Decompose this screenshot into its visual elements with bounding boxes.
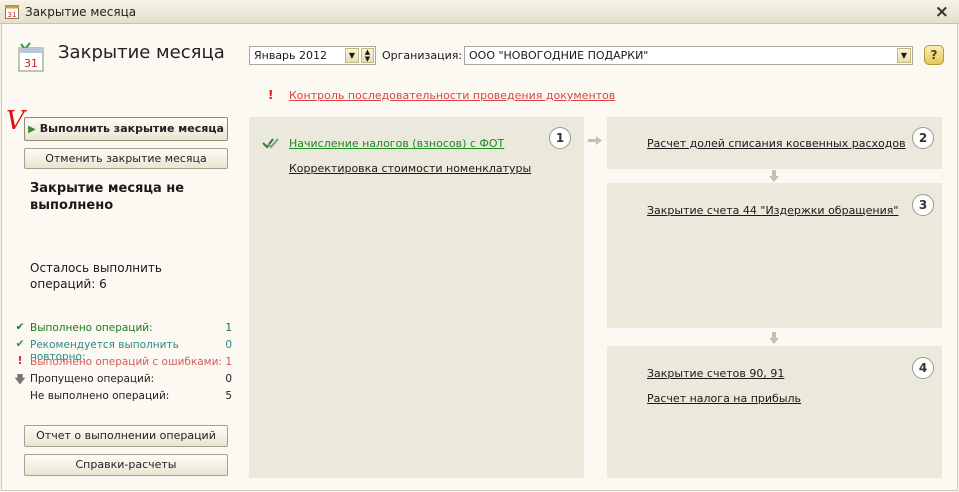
run-button-label: Выполнить закрытие месяца — [39, 122, 224, 135]
help-icon[interactable]: ? — [924, 45, 944, 65]
arrow-down-icon — [769, 332, 779, 344]
step-operation-link[interactable]: Корректировка стоимости номенклатуры — [289, 162, 531, 175]
cancel-month-close-button[interactable]: Отменить закрытие месяца — [24, 148, 228, 169]
done-check-icon — [262, 138, 279, 149]
stat-skipped: 🡇 Пропущено операций: 0 — [14, 372, 232, 388]
error-icon: ! — [17, 355, 23, 367]
svg-text:31: 31 — [8, 11, 17, 19]
status-title: Закрытие месяца не выполнено — [30, 181, 185, 213]
stat-value: 1 — [225, 322, 232, 334]
arrow-right-icon — [588, 136, 602, 145]
window-title: Закрытие месяца — [25, 5, 137, 19]
step-panel-4 — [607, 346, 942, 478]
stat-repeat: ✔ Рекомендуется выполнить повторно: 0 — [14, 338, 232, 363]
operations-report-button[interactable]: Отчет о выполнении операций — [24, 425, 228, 447]
step-operation-link[interactable]: Закрытие счетов 90, 91 — [647, 367, 784, 380]
arrow-down-icon: 🡇 — [14, 374, 26, 386]
calendar-icon: 31 — [18, 42, 44, 72]
warning-icon: ! — [268, 88, 274, 102]
period-dropdown-button[interactable]: ▼ — [345, 48, 359, 63]
step-operation-link[interactable]: Начисление налогов (взносов) с ФОТ — [289, 137, 504, 150]
stat-value: 5 — [225, 390, 232, 402]
step-badge: 1 — [549, 127, 571, 149]
organization-field[interactable]: ООО "НОВОГОДНИЕ ПОДАРКИ" ▼ — [464, 46, 913, 65]
stat-value: 0 — [225, 373, 232, 385]
period-field[interactable]: Январь 2012 ▼ ▲ ▼ — [249, 46, 376, 65]
stat-errors: ! Выполнено операций с ошибками: 1 — [14, 355, 232, 371]
step-badge: 2 — [912, 127, 934, 149]
organization-dropdown-button[interactable]: ▼ — [897, 48, 911, 63]
svg-text:31: 31 — [24, 57, 38, 70]
step-operation-link[interactable]: Закрытие счета 44 "Издержки обращения" — [647, 204, 898, 217]
stat-label: Не выполнено операций: — [30, 390, 170, 402]
stat-label: Выполнено операций с ошибками: — [30, 356, 222, 368]
play-icon: ▶ — [28, 124, 36, 135]
step-operation-link[interactable]: Расчет долей списания косвенных расходов — [647, 137, 906, 150]
stat-label: Выполнено операций: — [30, 322, 153, 334]
close-icon[interactable]: × — [935, 2, 949, 22]
check-icon: ✔ — [15, 321, 25, 333]
run-month-close-button[interactable]: ▶ Выполнить закрытие месяца — [24, 117, 228, 141]
calculations-button[interactable]: Справки-расчеты — [24, 454, 228, 476]
window-titlebar: 31 Закрытие месяца × — [0, 0, 959, 24]
period-stepper[interactable]: ▲ ▼ — [361, 48, 374, 63]
calendar-icon: 31 — [5, 5, 19, 19]
check-icon: ✔ — [15, 338, 25, 350]
period-value: Январь 2012 — [254, 49, 328, 62]
organization-label: Организация: — [382, 49, 463, 62]
step-badge: 4 — [912, 357, 934, 379]
stat-value: 1 — [225, 356, 232, 368]
stat-value: 0 — [225, 339, 232, 351]
step-badge: 3 — [912, 194, 934, 216]
arrow-down-icon — [769, 170, 779, 182]
annotation-checkmark: V — [6, 106, 25, 136]
sequence-control-link[interactable]: Контроль последовательности проведения д… — [289, 89, 615, 102]
stat-label: Пропущено операций: — [30, 373, 155, 385]
stat-not-done: Не выполнено операций: 5 — [14, 389, 232, 405]
remaining-operations: Осталось выполнить операций: 6 — [30, 261, 162, 291]
stat-done: ✔ Выполнено операций: 1 — [14, 321, 232, 337]
page-title: Закрытие месяца — [58, 42, 225, 63]
organization-value: ООО "НОВОГОДНИЕ ПОДАРКИ" — [469, 49, 649, 62]
step-operation-link[interactable]: Расчет налога на прибыль — [647, 392, 801, 405]
